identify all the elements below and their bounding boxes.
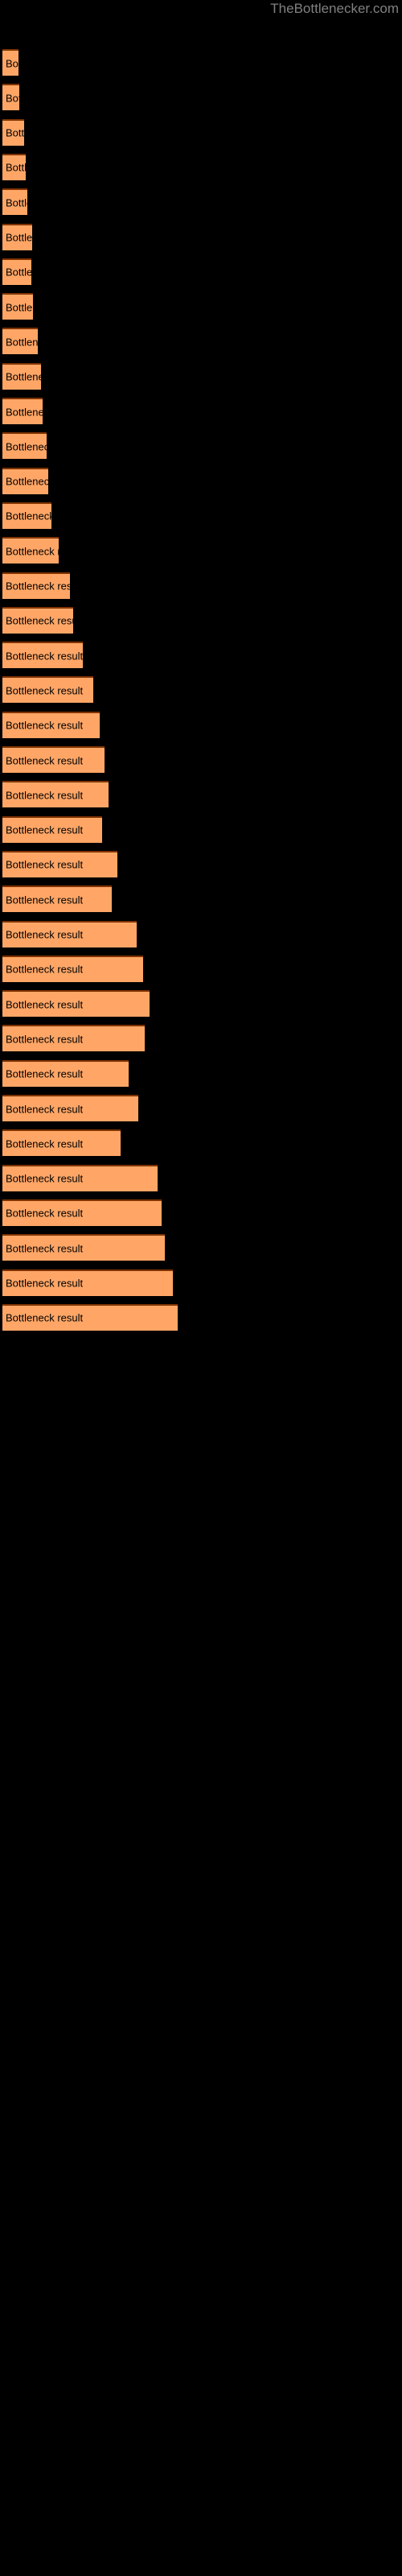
bar: Bottleneck result: [2, 1129, 121, 1157]
bar-label: Bottleneck result: [6, 196, 27, 209]
bar: Bottleneck result: [2, 1059, 129, 1087]
bar: Bottleneck result: [2, 746, 105, 773]
bar: Bottleneck result: [2, 188, 27, 216]
bar: Bottleneck result: [2, 502, 51, 529]
bar: Bottleneck result: [2, 1095, 138, 1121]
bar: Bottleneck result: [2, 676, 93, 704]
bar-label: Bottleneck result: [6, 406, 43, 418]
bar: Bottleneck result: [2, 781, 109, 808]
bar-label: Bottleneck result: [6, 824, 84, 836]
bar: Bottleneck result: [2, 223, 32, 250]
bar-label: Bottleneck result: [6, 1277, 84, 1290]
bar-label: Bottleneck result: [6, 57, 18, 69]
bar: Bottleneck result: [2, 606, 73, 634]
bar: Bottleneck result: [2, 1164, 158, 1191]
bar: Bottleneck result: [2, 572, 70, 599]
bar-label: Bottleneck result: [6, 650, 83, 663]
bar: Bottleneck result: [2, 1234, 165, 1261]
bar: Bottleneck result: [2, 432, 47, 460]
bar-label: Bottleneck result: [6, 1137, 84, 1150]
bar: Bottleneck result: [2, 293, 33, 320]
bar: Bottleneck result: [2, 467, 48, 494]
bars-container: Bottleneck result Bottleneck result Bottle…: [0, 0, 402, 2576]
bar-label: Bottleneck result: [6, 231, 32, 244]
bar-label: Bottleneck result: [6, 928, 84, 941]
bar-label: Bottleneck result: [6, 336, 38, 349]
bar: Bottleneck result: [2, 153, 26, 180]
bar-label: Bottleneck result: [6, 545, 59, 558]
bar-label: Bottleneck result: [6, 370, 41, 383]
bar: Bottleneck result: [2, 850, 117, 877]
bar: Bottleneck result: [2, 537, 59, 564]
bar-label: Bottleneck result: [6, 126, 24, 139]
bar: Bottleneck result: [2, 815, 102, 843]
bar-label: Bottleneck result: [6, 858, 84, 871]
bar: Bottleneck result: [2, 1025, 145, 1052]
bar: Bottleneck result: [2, 1269, 173, 1296]
bar-label: Bottleneck result: [6, 1207, 84, 1220]
bar-label: Bottleneck result: [6, 580, 70, 592]
bar: Bottleneck result: [2, 118, 24, 146]
bar: Bottleneck result: [2, 955, 143, 982]
bar: Bottleneck result: [2, 642, 83, 669]
bar-label: Bottleneck result: [6, 963, 84, 976]
bar-label: Bottleneck result: [6, 1033, 84, 1046]
bar-label: Bottleneck result: [6, 1311, 84, 1324]
bar-label: Bottleneck result: [6, 754, 84, 766]
bar: Bottleneck result: [2, 258, 31, 285]
bar-label: Bottleneck result: [6, 1103, 84, 1115]
bar-label: Bottleneck result: [6, 998, 84, 1011]
bar-label: Bottleneck result: [6, 1242, 84, 1255]
bar: Bottleneck result: [2, 84, 19, 111]
bar: Bottleneck result: [2, 49, 18, 76]
bar: Bottleneck result: [2, 711, 100, 738]
bar-chart: TheBottlenecker.com Bottleneck resultBot…: [0, 0, 402, 2576]
bar-label: Bottleneck result: [6, 789, 84, 802]
bar-label: Bottleneck result: [6, 92, 19, 105]
bar-label: Bottleneck result: [6, 614, 73, 627]
bar: Bottleneck result: [2, 990, 150, 1018]
bar: Bottleneck result: [2, 1199, 162, 1226]
bar-label: Bottleneck result: [6, 510, 51, 522]
bar: Bottleneck result: [2, 1303, 178, 1331]
bar: Bottleneck result: [2, 886, 112, 913]
bar-label: Bottleneck result: [6, 684, 84, 697]
bar-label: Bottleneck result: [6, 719, 84, 732]
bar-label: Bottleneck result: [6, 894, 84, 906]
bar-label: Bottleneck result: [6, 440, 47, 453]
bar-label: Bottleneck result: [6, 475, 48, 488]
bar: Bottleneck result: [2, 398, 43, 424]
bar-label: Bottleneck result: [6, 266, 31, 279]
bar: Bottleneck result: [2, 920, 137, 947]
bar-label: Bottleneck result: [6, 1067, 84, 1080]
bar: Bottleneck result: [2, 328, 38, 355]
bar-label: Bottleneck result: [6, 1172, 84, 1185]
bar: Bottleneck result: [2, 362, 41, 390]
bar-label: Bottleneck result: [6, 161, 26, 174]
bar-label: Bottleneck result: [6, 301, 33, 314]
